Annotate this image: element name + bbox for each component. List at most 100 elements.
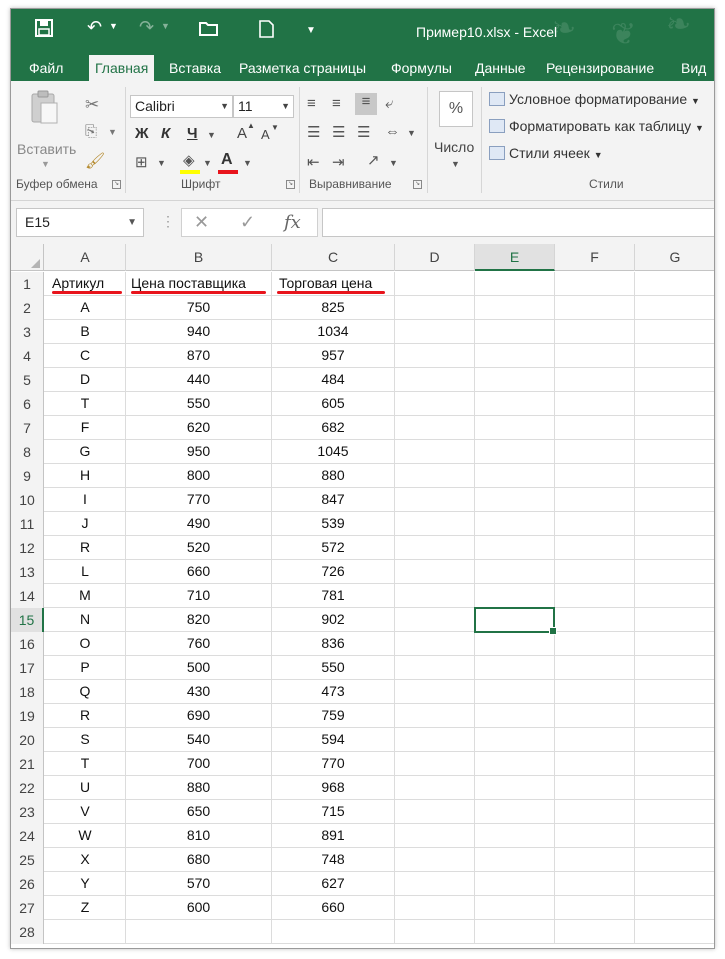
cell-a13[interactable]: L	[45, 560, 126, 584]
cell-b5[interactable]: 440	[126, 368, 272, 392]
cell-e7[interactable]	[475, 416, 555, 440]
italic-button[interactable]: К	[161, 125, 170, 142]
cell-b28[interactable]	[126, 920, 272, 944]
undo-icon[interactable]: ↶	[87, 17, 102, 38]
new-file-icon[interactable]	[259, 20, 274, 43]
paste-dropdown-icon[interactable]: ▼	[41, 159, 50, 169]
cell-g4[interactable]	[635, 344, 714, 368]
orientation-icon[interactable]: ↗	[367, 151, 380, 169]
cell-b8[interactable]: 950	[126, 440, 272, 464]
cell-e18[interactable]	[475, 680, 555, 704]
cell-e22[interactable]	[475, 776, 555, 800]
cell-f13[interactable]	[555, 560, 635, 584]
cut-icon[interactable]: ✂	[85, 95, 99, 115]
cell-c28[interactable]	[272, 920, 395, 944]
cell-g28[interactable]	[635, 920, 714, 944]
row-header[interactable]: 7	[11, 416, 44, 440]
cell-f12[interactable]	[555, 536, 635, 560]
cell-b18[interactable]: 430	[126, 680, 272, 704]
cell-g6[interactable]	[635, 392, 714, 416]
cell-a5[interactable]: D	[45, 368, 126, 392]
cell-c3[interactable]: 1034	[272, 320, 395, 344]
cell-f5[interactable]	[555, 368, 635, 392]
cell-g21[interactable]	[635, 752, 714, 776]
cell-c9[interactable]: 880	[272, 464, 395, 488]
cell-d16[interactable]	[395, 632, 475, 656]
column-header-c[interactable]: C	[272, 244, 395, 271]
fill-color-icon[interactable]: ◈	[183, 151, 195, 169]
underline-button[interactable]: Ч	[187, 125, 198, 142]
cell-b15[interactable]: 820	[126, 608, 272, 632]
decrease-indent-icon[interactable]: ⇤	[307, 153, 320, 171]
cell-e13[interactable]	[475, 560, 555, 584]
cell-f20[interactable]	[555, 728, 635, 752]
cell-f26[interactable]	[555, 872, 635, 896]
cell-a18[interactable]: Q	[45, 680, 126, 704]
cell-e24[interactable]	[475, 824, 555, 848]
name-box-dropdown-icon[interactable]: ▼	[127, 209, 137, 236]
cell-d21[interactable]	[395, 752, 475, 776]
cell-c24[interactable]: 891	[272, 824, 395, 848]
alignment-launcher-icon[interactable]: ↘	[413, 180, 422, 189]
cell-f3[interactable]	[555, 320, 635, 344]
paste-button-label[interactable]: Вставить	[17, 141, 76, 157]
cell-f27[interactable]	[555, 896, 635, 920]
active-cell-selection[interactable]	[474, 607, 557, 635]
cell-g24[interactable]	[635, 824, 714, 848]
cell-a19[interactable]: R	[45, 704, 126, 728]
cell-d1[interactable]	[395, 272, 475, 296]
cell-a17[interactable]: P	[45, 656, 126, 680]
cell-b2[interactable]: 750	[126, 296, 272, 320]
cell-f6[interactable]	[555, 392, 635, 416]
cell-a3[interactable]: B	[45, 320, 126, 344]
align-center-icon[interactable]: ☰	[332, 123, 345, 141]
row-header[interactable]: 24	[11, 824, 44, 848]
merge-center-icon[interactable]: ⇔	[385, 123, 400, 140]
cell-g19[interactable]	[635, 704, 714, 728]
cell-b9[interactable]: 800	[126, 464, 272, 488]
row-header[interactable]: 19	[11, 704, 44, 728]
align-bottom-icon[interactable]: ≡	[355, 93, 377, 115]
number-format-label[interactable]: Число	[434, 139, 474, 155]
cell-e12[interactable]	[475, 536, 555, 560]
conditional-formatting-button[interactable]: Условное форматирование ▼	[489, 91, 700, 107]
cell-e14[interactable]	[475, 584, 555, 608]
cell-g2[interactable]	[635, 296, 714, 320]
cell-e6[interactable]	[475, 392, 555, 416]
cell-g22[interactable]	[635, 776, 714, 800]
cell-e27[interactable]	[475, 896, 555, 920]
open-folder-icon[interactable]	[199, 20, 219, 41]
orientation-dropdown-icon[interactable]: ▼	[389, 158, 398, 168]
cell-f11[interactable]	[555, 512, 635, 536]
cell-c17[interactable]: 550	[272, 656, 395, 680]
cell-b17[interactable]: 500	[126, 656, 272, 680]
font-launcher-icon[interactable]: ↘	[286, 180, 295, 189]
cell-f21[interactable]	[555, 752, 635, 776]
fill-color-dropdown-icon[interactable]: ▼	[203, 158, 212, 168]
cell-c23[interactable]: 715	[272, 800, 395, 824]
cell-f10[interactable]	[555, 488, 635, 512]
enter-icon[interactable]: ✓	[240, 212, 255, 233]
row-header[interactable]: 14	[11, 584, 44, 608]
cell-d13[interactable]	[395, 560, 475, 584]
cell-a20[interactable]: S	[45, 728, 126, 752]
cell-d14[interactable]	[395, 584, 475, 608]
cell-g8[interactable]	[635, 440, 714, 464]
cell-f15[interactable]	[555, 608, 635, 632]
row-header[interactable]: 20	[11, 728, 44, 752]
cell-a23[interactable]: V	[45, 800, 126, 824]
cell-f22[interactable]	[555, 776, 635, 800]
cell-e2[interactable]	[475, 296, 555, 320]
cell-d24[interactable]	[395, 824, 475, 848]
cell-g3[interactable]	[635, 320, 714, 344]
merge-dropdown-icon[interactable]: ▼	[407, 128, 416, 138]
cell-a9[interactable]: H	[45, 464, 126, 488]
font-color-button[interactable]: A	[221, 151, 233, 169]
cell-b7[interactable]: 620	[126, 416, 272, 440]
row-header[interactable]: 8	[11, 440, 44, 464]
cell-g23[interactable]	[635, 800, 714, 824]
cell-f16[interactable]	[555, 632, 635, 656]
font-size-dropdown-icon[interactable]: ▼	[281, 96, 290, 117]
cell-a15[interactable]: N	[45, 608, 126, 632]
borders-icon[interactable]: ⊞	[135, 153, 148, 171]
